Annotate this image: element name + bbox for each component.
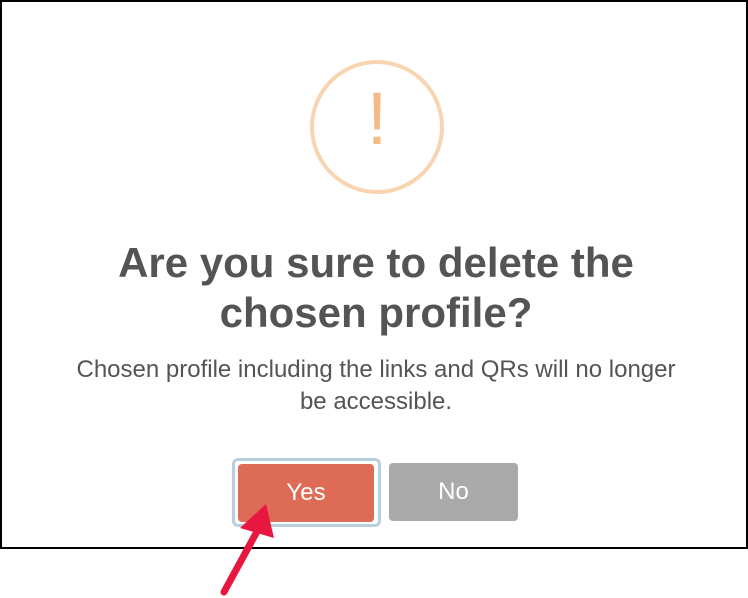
dialog-title: Are you sure to delete the chosen profil… bbox=[42, 238, 710, 338]
dialog-message-line-1: Chosen profile including the links and Q… bbox=[76, 356, 676, 383]
exclamation-icon: ! bbox=[310, 60, 444, 194]
exclamation-glyph: ! bbox=[366, 77, 388, 160]
dialog-message-line-2: be accessible. bbox=[299, 388, 453, 415]
dialog-title-line-1: Are you sure to delete the bbox=[118, 239, 634, 286]
delete-confirm-dialog: ! Are you sure to delete the chosen prof… bbox=[0, 0, 748, 549]
dialog-title-line-2: chosen profile? bbox=[219, 289, 533, 336]
arrow-pointer-icon bbox=[220, 504, 274, 596]
no-button[interactable]: No bbox=[389, 463, 518, 521]
dialog-message: Chosen profile including the links and Q… bbox=[32, 354, 720, 418]
